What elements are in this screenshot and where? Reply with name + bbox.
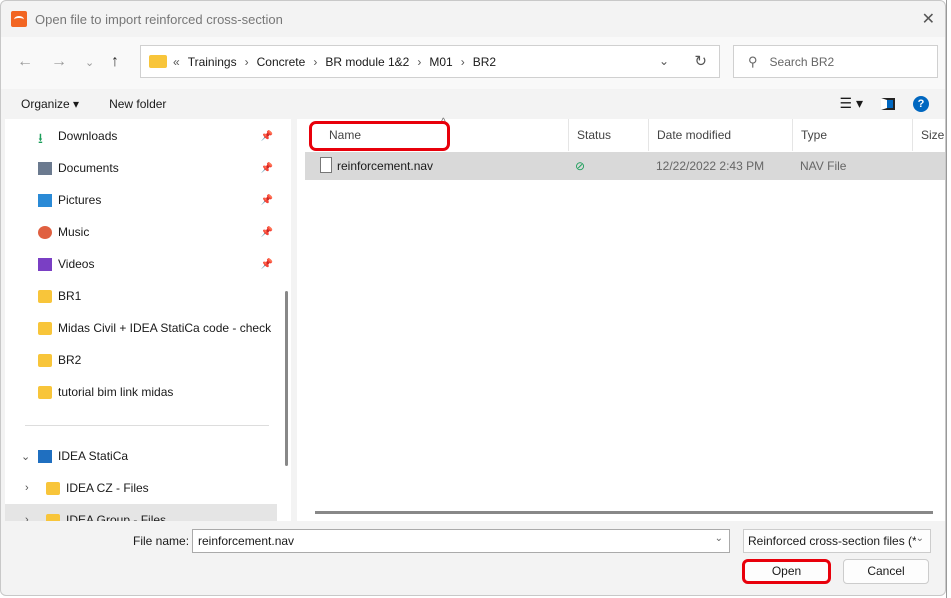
refresh-icon[interactable]: ↻: [694, 52, 707, 70]
sidebar-item-downloads[interactable]: ⭳ Downloads 📌: [5, 120, 277, 152]
folder-icon: [46, 514, 60, 521]
chevron-down-icon[interactable]: ⌄: [715, 533, 723, 544]
forward-arrow-icon[interactable]: →: [51, 53, 67, 71]
view-menu-icon[interactable]: ☰ ▾: [840, 95, 863, 112]
synced-check-icon: ⊘: [575, 159, 586, 173]
pictures-icon: [38, 194, 52, 207]
music-icon: [38, 226, 52, 239]
folder-icon: [46, 482, 60, 495]
close-button[interactable]: ✕: [922, 9, 935, 29]
open-button[interactable]: Open: [742, 559, 831, 584]
file-name: reinforcement.nav: [337, 159, 434, 173]
app-logo-icon: [11, 11, 27, 27]
file-name-label: File name:: [133, 534, 190, 548]
sidebar-item-br2[interactable]: BR2: [5, 344, 277, 376]
sidebar-item-pictures[interactable]: Pictures 📌: [5, 184, 277, 216]
horizontal-scrollbar[interactable]: [315, 511, 933, 514]
address-bar[interactable]: « Trainings › Concrete › BR module 1&2 › M0…: [140, 45, 720, 78]
expand-chevron-icon[interactable]: ⌄: [21, 450, 30, 463]
recent-chevron-icon[interactable]: ⌄: [85, 56, 94, 69]
search-placeholder: Search BR2: [769, 54, 835, 69]
command-bar: Organize ▾ New folder ☰ ▾ ?: [1, 89, 945, 119]
sidebar-scrollbar[interactable]: [285, 291, 288, 466]
up-arrow-icon[interactable]: ↑: [111, 53, 119, 71]
sidebar-item-videos[interactable]: Videos 📌: [5, 248, 277, 280]
sidebar-item-idea-statica[interactable]: ⌄ IDEA StatiCa: [5, 440, 277, 472]
column-header-status[interactable]: Status: [569, 119, 649, 151]
folder-icon: [38, 354, 52, 367]
navigation-pane: ⭳ Downloads 📌 Documents 📌 Pictures 📌 Music 📌 …: [5, 119, 291, 521]
building-icon: [38, 450, 52, 463]
title-bar: Open file to import reinforced cross-sec…: [1, 1, 945, 37]
bottom-bar: File name: reinforcement.nav ⌄ Reinforced…: [1, 521, 945, 595]
column-header-type[interactable]: Type: [793, 119, 913, 151]
breadcrumb-br-module[interactable]: BR module 1&2: [325, 55, 409, 69]
highlight-annotation: [309, 121, 450, 151]
breadcrumb-br2[interactable]: BR2: [473, 55, 496, 69]
background-window: [946, 0, 951, 598]
organize-button[interactable]: Organize ▾: [21, 97, 79, 111]
address-dropdown-icon[interactable]: ⌄: [659, 54, 669, 68]
breadcrumb-trainings[interactable]: Trainings: [188, 55, 237, 69]
pin-icon[interactable]: 📌: [261, 131, 273, 142]
pin-icon[interactable]: 📌: [261, 227, 273, 238]
file-list: ^ Name Status Date modified Type Size re…: [297, 117, 945, 521]
file-type-select[interactable]: Reinforced cross-section files (* ⌄: [743, 529, 931, 553]
pin-icon[interactable]: 📌: [261, 163, 273, 174]
pin-icon[interactable]: 📌: [261, 195, 273, 206]
sidebar-item-music[interactable]: Music 📌: [5, 216, 277, 248]
documents-icon: [38, 162, 52, 175]
folder-icon: [38, 290, 52, 303]
dialog-title: Open file to import reinforced cross-sec…: [35, 11, 283, 27]
search-icon: ⚲: [748, 53, 758, 69]
search-input[interactable]: ⚲ Search BR2: [733, 45, 938, 78]
column-header-size[interactable]: Size: [913, 119, 945, 151]
sidebar-item-tutorial[interactable]: tutorial bim link midas: [5, 376, 277, 408]
pin-icon[interactable]: 📌: [261, 259, 273, 270]
sidebar-item-midas-civil[interactable]: Midas Civil + IDEA StatiCa code - check: [5, 312, 277, 344]
open-file-dialog: Open file to import reinforced cross-sec…: [0, 0, 946, 596]
chevron-down-icon: ⌄: [915, 533, 924, 544]
download-icon: ⭳: [38, 130, 43, 146]
file-icon: [320, 157, 332, 173]
breadcrumb-m01[interactable]: M01: [429, 55, 452, 69]
cancel-button[interactable]: Cancel: [843, 559, 929, 584]
divider: [25, 425, 269, 426]
folder-icon: [38, 386, 52, 399]
file-row[interactable]: reinforcement.nav ⊘ 12/22/2022 2:43 PM N…: [305, 152, 945, 180]
expand-chevron-icon[interactable]: ›: [25, 514, 29, 521]
sidebar-item-documents[interactable]: Documents 📌: [5, 152, 277, 184]
column-header-date[interactable]: Date modified: [649, 119, 793, 151]
file-type: NAV File: [800, 159, 847, 173]
folder-icon: [38, 322, 52, 335]
preview-pane-icon[interactable]: [881, 97, 895, 110]
help-icon[interactable]: ?: [913, 95, 929, 112]
videos-icon: [38, 258, 52, 271]
new-folder-button[interactable]: New folder: [109, 97, 166, 111]
breadcrumb-concrete[interactable]: Concrete: [257, 55, 306, 69]
sidebar-item-br1[interactable]: BR1: [5, 280, 277, 312]
sidebar-item-idea-cz[interactable]: › IDEA CZ - Files: [5, 472, 277, 504]
expand-chevron-icon[interactable]: ›: [25, 482, 29, 494]
overflow-chevron-icon[interactable]: «: [173, 55, 180, 69]
folder-icon: [149, 55, 167, 68]
file-date: 12/22/2022 2:43 PM: [656, 159, 765, 173]
sidebar-item-idea-group[interactable]: › IDEA Group - Files: [5, 504, 277, 521]
file-name-input[interactable]: reinforcement.nav ⌄: [192, 529, 730, 553]
back-arrow-icon[interactable]: ←: [17, 53, 33, 71]
